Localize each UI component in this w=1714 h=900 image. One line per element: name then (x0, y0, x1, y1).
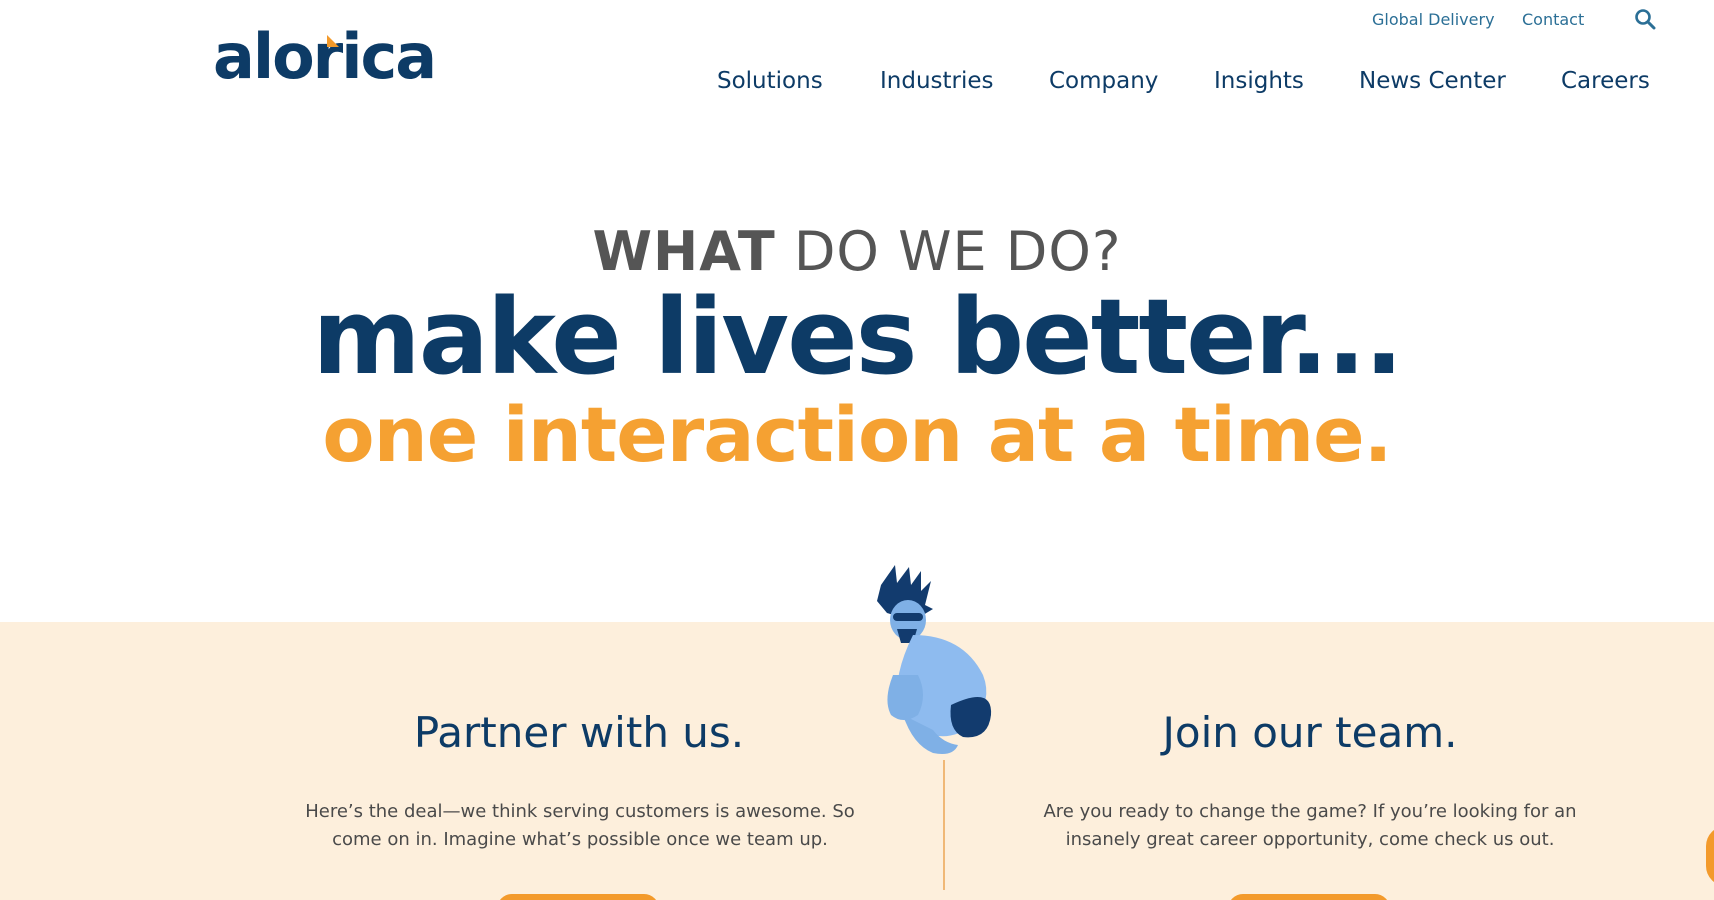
column-divider (943, 760, 945, 890)
contact-link[interactable]: Contact (1522, 10, 1584, 29)
nav-solutions[interactable]: Solutions (717, 68, 823, 94)
page: alorica Global Delivery Contact Solution… (0, 0, 1714, 900)
nav-news-center[interactable]: News Center (1359, 68, 1506, 94)
partner-button[interactable] (497, 894, 659, 900)
alorica-logo[interactable]: alorica (213, 26, 437, 88)
join-title: Join our team. (1162, 708, 1458, 757)
global-delivery-link[interactable]: Global Delivery (1372, 10, 1495, 29)
hero-eyebrow: WHAT DO WE DO? (0, 220, 1714, 283)
partner-title: Partner with us. (413, 708, 745, 757)
nav-industries[interactable]: Industries (880, 68, 994, 94)
cta-band (0, 622, 1714, 900)
hero-eyebrow-bold: WHAT (592, 220, 776, 283)
join-text: Are you ready to change the game? If you… (1043, 801, 1577, 850)
nav-insights[interactable]: Insights (1214, 68, 1304, 94)
search-icon[interactable] (1634, 8, 1656, 30)
join-button[interactable] (1228, 894, 1390, 900)
nav-company[interactable]: Company (1049, 68, 1158, 94)
logo-flag-icon (327, 35, 339, 47)
hero-headline: make lives better... (312, 276, 1403, 398)
nav-careers[interactable]: Careers (1561, 68, 1650, 94)
hero-eyebrow-rest: DO WE DO? (775, 220, 1122, 283)
partner-text: Here’s the deal—we think serving custome… (305, 801, 855, 850)
hero-subheadline: one interaction at a time. (322, 390, 1392, 479)
